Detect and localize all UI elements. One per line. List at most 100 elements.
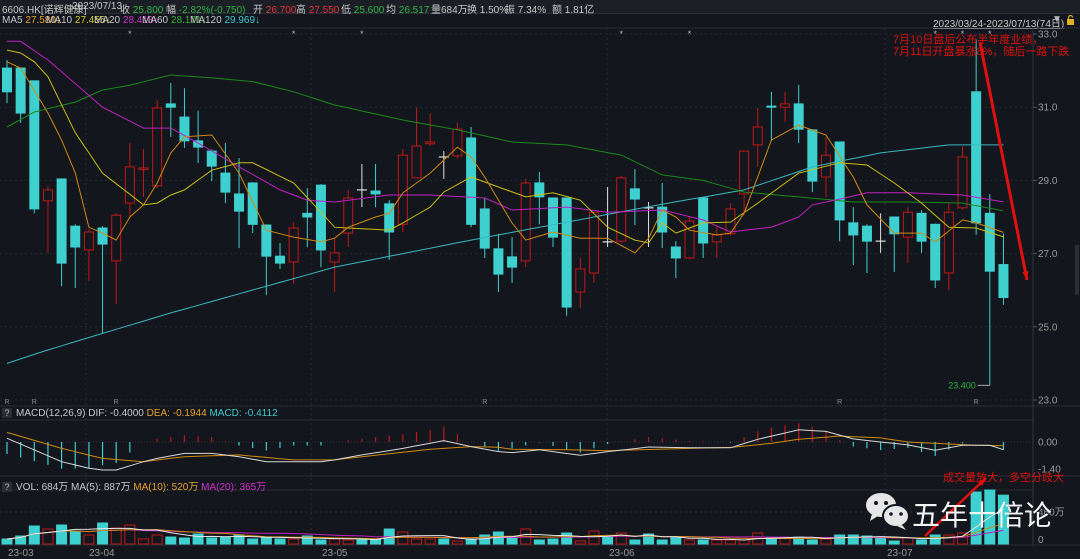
volume-bar bbox=[411, 538, 422, 545]
volume-bar bbox=[1, 538, 13, 545]
price-tick-label: 31.0 bbox=[1038, 103, 1058, 114]
candle bbox=[943, 203, 954, 291]
candle bbox=[370, 163, 381, 208]
rights-marker: R bbox=[974, 399, 979, 406]
macd-tick-label: 0.00 bbox=[1038, 438, 1058, 449]
candle bbox=[165, 83, 176, 137]
vol-legend: ? VOL: 684万 MA(5): 887万 MA(10): 520万 MA(2… bbox=[2, 478, 266, 493]
candle bbox=[916, 210, 927, 253]
volume-bar bbox=[506, 536, 518, 545]
event-marker-icon: * bbox=[292, 29, 296, 39]
candle bbox=[711, 227, 722, 258]
volume-bar bbox=[192, 533, 204, 545]
volume-bar bbox=[602, 536, 614, 545]
candle-body bbox=[479, 208, 490, 249]
candle-body bbox=[548, 197, 558, 238]
volume-bar bbox=[738, 539, 750, 545]
scrollbar-thumb[interactable] bbox=[1075, 245, 1079, 295]
macd-help-button[interactable]: ? bbox=[2, 408, 12, 418]
volume-bar bbox=[902, 537, 914, 545]
candle-body bbox=[561, 197, 572, 308]
volume-bar bbox=[656, 539, 668, 545]
volume-bar bbox=[97, 522, 109, 545]
candle bbox=[329, 238, 340, 293]
volume-bar bbox=[533, 539, 545, 545]
candle bbox=[520, 178, 531, 268]
volume-tick-label: 0 bbox=[1038, 535, 1044, 546]
candle-body bbox=[861, 225, 872, 242]
candle-body bbox=[220, 172, 231, 193]
candle-body bbox=[302, 212, 313, 218]
candle bbox=[534, 171, 545, 225]
volume-bar bbox=[806, 539, 818, 545]
volume-bar bbox=[165, 536, 177, 545]
candle-body bbox=[943, 211, 954, 274]
candle-body bbox=[425, 141, 436, 145]
volume-bar bbox=[588, 530, 600, 545]
candle bbox=[793, 84, 804, 144]
vol-help-button[interactable]: ? bbox=[2, 482, 12, 492]
event-marker-icon: * bbox=[619, 29, 623, 39]
volume-bar bbox=[888, 540, 900, 545]
candle bbox=[643, 201, 654, 248]
candle-body bbox=[507, 256, 518, 268]
candle-body bbox=[766, 105, 777, 108]
date-tick-label: 23-03 bbox=[8, 548, 34, 559]
candle bbox=[575, 257, 586, 309]
min-price-label: 23.400 bbox=[948, 380, 976, 390]
date-tick-label: 23-06 bbox=[609, 548, 635, 559]
candle bbox=[752, 107, 763, 167]
volume-bar bbox=[288, 538, 300, 545]
candle bbox=[206, 149, 217, 182]
candle-body bbox=[670, 246, 681, 259]
event-marker-icon: * bbox=[128, 29, 132, 39]
volume-bar bbox=[83, 534, 95, 545]
candle bbox=[138, 148, 149, 197]
candle-body bbox=[124, 166, 135, 204]
candle bbox=[425, 113, 436, 146]
candle-body bbox=[739, 150, 750, 195]
candle bbox=[288, 222, 299, 284]
dea-value: DEA: -0.1944 bbox=[146, 408, 207, 419]
candle bbox=[356, 163, 367, 208]
macd-legend: ? MACD(12,26,9) DIF: -0.4000 DEA: -0.1944… bbox=[2, 408, 278, 419]
volume-bar bbox=[178, 537, 190, 545]
candle bbox=[438, 151, 449, 179]
volume-bar bbox=[820, 538, 832, 545]
volume-bar bbox=[875, 537, 887, 545]
candle-body bbox=[998, 264, 1009, 299]
macd-value: MACD: -0.4112 bbox=[209, 408, 278, 419]
kline-chart[interactable]: 33.031.029.027.025.023.023-03 23-04 23-05 2… bbox=[0, 0, 1080, 559]
candle bbox=[315, 184, 326, 268]
dif-line bbox=[6, 429, 1004, 471]
candle-body bbox=[411, 145, 422, 179]
candle bbox=[97, 226, 108, 334]
volume-bar bbox=[151, 534, 163, 545]
candle-body bbox=[930, 223, 941, 281]
volume-bar bbox=[315, 539, 327, 545]
candle-body bbox=[957, 156, 968, 209]
candle-body bbox=[165, 103, 176, 108]
candle-body bbox=[397, 154, 408, 225]
candle-body bbox=[698, 197, 709, 244]
candle-body bbox=[807, 129, 818, 182]
volume-bar bbox=[42, 528, 54, 545]
rights-marker: R bbox=[4, 399, 9, 406]
date-tick-label: 23-07 bbox=[887, 548, 913, 559]
volume-bar bbox=[916, 539, 928, 545]
candle bbox=[275, 242, 285, 269]
candle bbox=[766, 91, 777, 141]
volume-annotation: 成交量放大，多空分歧大 bbox=[943, 472, 1064, 484]
candle-body bbox=[315, 184, 326, 251]
candle-body bbox=[42, 189, 53, 202]
price-tick-label: 25.0 bbox=[1038, 322, 1058, 333]
candle bbox=[70, 224, 81, 289]
candle-body bbox=[711, 234, 722, 243]
candle-body bbox=[97, 227, 108, 245]
volume-bar bbox=[219, 536, 231, 545]
candle-body bbox=[588, 211, 599, 274]
candle-body bbox=[15, 67, 26, 114]
candle bbox=[493, 233, 504, 293]
candle bbox=[848, 207, 859, 265]
candle bbox=[684, 217, 695, 260]
